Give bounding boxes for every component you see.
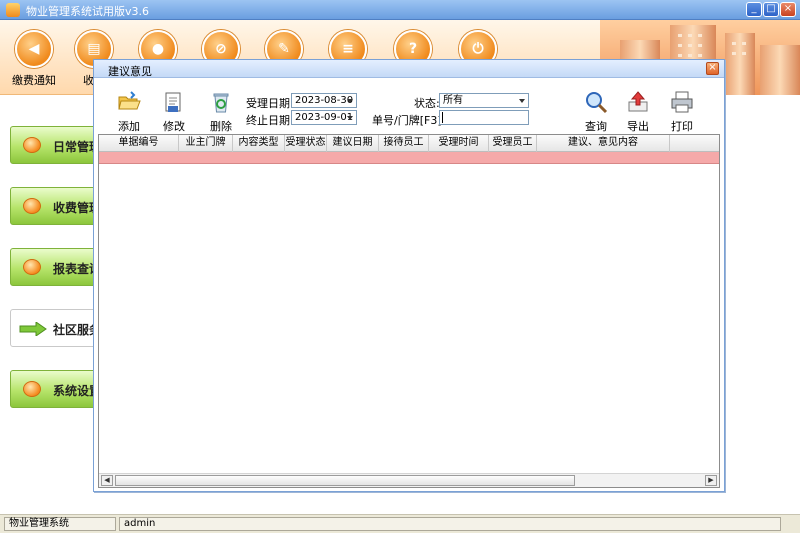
scroll-right-icon[interactable]: ▶	[705, 475, 717, 486]
column-header[interactable]: 受理员工	[489, 135, 537, 152]
dialog-title-bar: 建议意见 ×	[94, 60, 724, 78]
app-icon	[6, 3, 20, 17]
column-header[interactable]: 内容类型	[233, 135, 285, 152]
window-title: 物业管理系统试用版v3.6	[26, 5, 150, 18]
chevron-down-icon	[519, 99, 525, 103]
chevron-down-icon	[347, 116, 353, 120]
column-header[interactable]: 接待员工	[379, 135, 429, 152]
folder-open-icon	[118, 91, 141, 110]
query-button[interactable]: 查询	[579, 90, 613, 134]
scroll-left-icon[interactable]: ◀	[101, 475, 113, 486]
orange-ball-icon	[23, 381, 41, 397]
column-header[interactable]: 建议、意见内容	[537, 135, 670, 152]
recycle-bin-icon	[213, 93, 229, 113]
horizontal-scrollbar[interactable]: ◀ ▶	[99, 473, 719, 487]
orange-ball-icon	[23, 259, 41, 275]
export-button[interactable]: 导出	[621, 90, 655, 134]
export-icon	[628, 91, 648, 112]
suggestions-table: 单据编号 业主门牌 内容类型 受理状态 建议日期 接待员工 受理时间 受理员工 …	[98, 134, 720, 488]
start-date-label: 受理日期:	[246, 97, 294, 110]
start-date-picker[interactable]: 2023-08-30	[291, 93, 357, 108]
suggestions-dialog: 建议意见 × 添加 修改 删除 受理日期: 2023-08-30 终止日期: 2…	[93, 59, 725, 492]
printer-icon	[671, 91, 693, 113]
maximize-button[interactable]: □	[763, 2, 779, 17]
status-user: admin	[119, 517, 781, 531]
minimize-button[interactable]: _	[746, 2, 762, 17]
end-date-label: 终止日期:	[246, 114, 294, 127]
delete-button[interactable]: 删除	[204, 90, 238, 134]
status-label: 状态:	[414, 97, 440, 110]
add-button[interactable]: 添加	[112, 90, 146, 134]
print-button[interactable]: 打印	[665, 90, 699, 134]
table-row-selected[interactable]	[99, 152, 719, 164]
scrollbar-thumb[interactable]	[115, 475, 575, 486]
column-header[interactable]: 单据编号	[99, 135, 179, 152]
orange-ball-icon	[23, 137, 41, 153]
dialog-title: 建议意见	[108, 65, 152, 78]
edit-document-icon	[165, 92, 181, 112]
column-header[interactable]: 受理时间	[429, 135, 489, 152]
dialog-close-button[interactable]: ×	[706, 62, 719, 75]
speaker-icon: ◀	[15, 30, 53, 68]
magnifier-icon	[586, 92, 608, 114]
search-label: 单号/门牌[F3]:	[372, 114, 446, 127]
column-header[interactable]: 建议日期	[327, 135, 379, 152]
close-button[interactable]: ×	[780, 2, 796, 17]
end-date-picker[interactable]: 2023-09-01	[291, 110, 357, 125]
title-bar: 物业管理系统试用版v3.6 _ □ ×	[0, 0, 800, 20]
arrow-right-icon	[19, 322, 47, 336]
column-header[interactable]: 业主门牌	[179, 135, 233, 152]
toolbar-notice-button[interactable]: ◀ 缴费通知	[4, 30, 64, 88]
status-select[interactable]: 所有	[439, 93, 529, 108]
edit-button[interactable]: 修改	[157, 90, 191, 134]
orange-ball-icon	[23, 198, 41, 214]
column-header[interactable]: 受理状态	[285, 135, 327, 152]
search-input[interactable]	[439, 110, 529, 125]
status-bar: 物业管理系统 admin	[0, 514, 800, 533]
status-system-name: 物业管理系统	[4, 517, 116, 531]
chevron-down-icon	[347, 99, 353, 103]
table-header: 单据编号 业主门牌 内容类型 受理状态 建议日期 接待员工 受理时间 受理员工 …	[99, 135, 719, 152]
